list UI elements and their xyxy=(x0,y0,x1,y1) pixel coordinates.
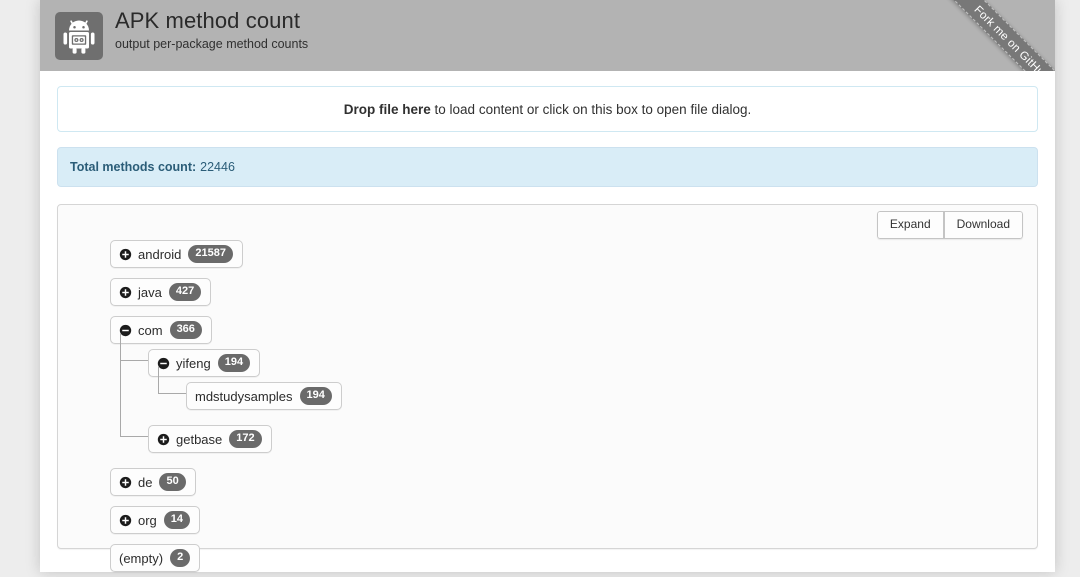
tree-toolbar: Expand Download xyxy=(876,211,1023,239)
tree-node-com[interactable]: com 366 xyxy=(110,316,212,344)
app-header: APK method count output per-package meth… xyxy=(40,0,1055,71)
total-methods-value: 22446 xyxy=(200,160,235,174)
tree-node: org 14 xyxy=(110,501,342,539)
package-tree: android 21587 java 427 com 366 yifeng 194 mdstud… xyxy=(110,235,342,577)
tree-node: getbase 172 xyxy=(120,420,342,458)
tree-node-label: yifeng xyxy=(176,355,211,371)
page-shell: APK method count output per-package meth… xyxy=(40,0,1055,572)
package-tree-panel: Expand Download android 21587 java 427 com 36… xyxy=(57,204,1038,572)
content-area: Drop file here to load content or click … xyxy=(40,71,1055,572)
fork-me-on-github-ribbon[interactable]: Fork me on GitHub xyxy=(922,0,1055,71)
tree-node-count-badge: 194 xyxy=(217,354,251,372)
total-methods-count-bar: Total methods count: 22446 xyxy=(57,147,1038,187)
tree-node-label: java xyxy=(138,284,162,300)
tree-root-list: android 21587 java 427 com 366 yifeng 194 mdstud… xyxy=(110,235,342,577)
tree-node-count-badge: 14 xyxy=(163,511,191,529)
tree-node-label: de xyxy=(138,474,153,490)
tree-node-count-badge: 2 xyxy=(170,549,191,567)
tree-node-empty[interactable]: (empty) 2 xyxy=(110,544,201,572)
tree-node-android[interactable]: android 21587 xyxy=(110,240,243,268)
expand-plus-icon[interactable] xyxy=(119,286,132,299)
tree-node: mdstudysamples 194 xyxy=(158,377,342,415)
tree-node-java[interactable]: java 427 xyxy=(110,278,212,306)
tree-node-label: getbase xyxy=(176,431,223,447)
tree-child-list: mdstudysamples 194 xyxy=(148,366,342,415)
tree-node: yifeng 194 mdstudysamples 194 xyxy=(120,344,342,420)
tree-node-mdstudysamples[interactable]: mdstudysamples 194 xyxy=(186,382,342,410)
tree-node-label: (empty) xyxy=(119,550,164,566)
tree-node-count-badge: 194 xyxy=(299,387,332,405)
header-text-block: APK method count output per-package meth… xyxy=(115,6,308,52)
expand-plus-icon[interactable] xyxy=(119,476,132,489)
tree-node-org[interactable]: org 14 xyxy=(110,506,201,534)
page-subtitle: output per-package method counts xyxy=(115,37,309,51)
page-title: APK method count xyxy=(115,8,301,33)
expand-plus-icon[interactable] xyxy=(157,433,170,446)
expand-plus-icon[interactable] xyxy=(119,248,132,261)
tree-node-de[interactable]: de 50 xyxy=(110,468,196,496)
tree-node: com 366 yifeng 194 mdstudysamples 194 getbase 1… xyxy=(110,311,342,463)
tree-node-count-badge: 427 xyxy=(168,283,202,301)
tree-node-label: mdstudysamples xyxy=(195,388,293,404)
expand-plus-icon[interactable] xyxy=(119,514,132,527)
tree-node-label: com xyxy=(138,322,163,338)
drop-zone-strong-text: Drop file here xyxy=(343,101,431,117)
tree-node-label: org xyxy=(138,512,157,528)
tree-node-label: android xyxy=(138,246,182,262)
tree-node-yifeng[interactable]: yifeng 194 xyxy=(148,349,261,377)
android-robot-icon xyxy=(55,12,103,60)
drop-zone-rest-text: to load content or click on this box to … xyxy=(430,101,752,117)
download-button[interactable]: Download xyxy=(943,211,1023,239)
tree-node-count-badge: 50 xyxy=(159,473,186,491)
tree-node: android 21587 xyxy=(110,235,342,273)
tree-child-list: yifeng 194 mdstudysamples 194 getbase 172 xyxy=(110,333,342,458)
file-drop-zone[interactable]: Drop file here to load content or click … xyxy=(57,86,1038,132)
expand-button[interactable]: Expand xyxy=(876,211,944,239)
tree-node-count-badge: 21587 xyxy=(188,245,233,263)
tree-node: (empty) 2 xyxy=(110,539,342,577)
tree-node: de 50 xyxy=(110,463,342,501)
tree-node-getbase[interactable]: getbase 172 xyxy=(148,425,272,453)
drop-zone-text: Drop file here to load content or click … xyxy=(344,102,751,117)
tree-node-count-badge: 366 xyxy=(169,321,202,339)
tree-node: java 427 xyxy=(110,273,342,311)
tree-node-count-badge: 172 xyxy=(229,430,262,448)
total-methods-label: Total methods count: xyxy=(70,160,197,174)
